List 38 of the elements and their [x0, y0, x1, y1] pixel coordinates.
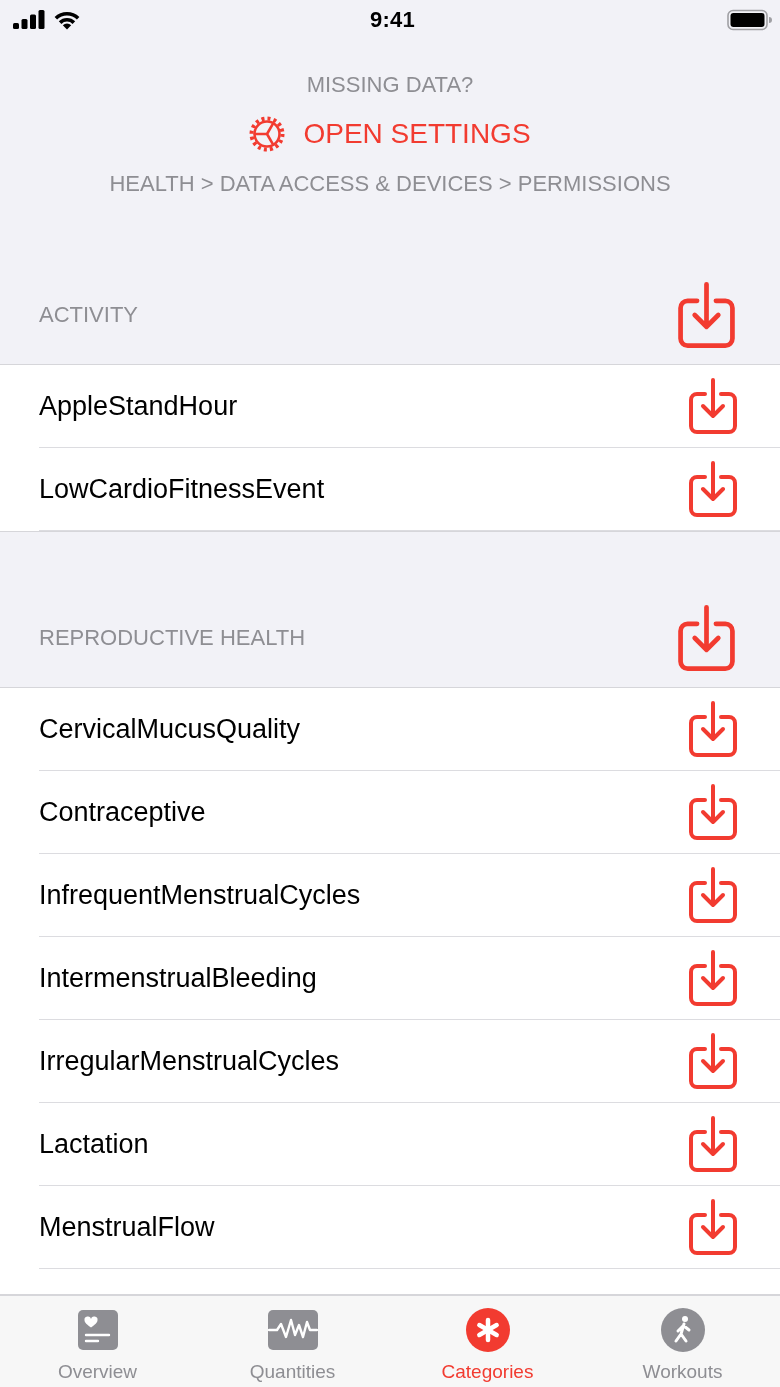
waveform-icon: [267, 1310, 318, 1350]
walking-figure-icon: [660, 1308, 705, 1352]
asterisk-icon: [465, 1308, 510, 1352]
tab[interactable]: Quantities: [195, 1296, 390, 1387]
tab[interactable]: Overview: [0, 1296, 195, 1387]
gear-icon: [249, 116, 286, 152]
section-title: ACTIVITY: [39, 302, 138, 328]
category-label: AppleStandHour: [39, 390, 238, 422]
category-label: IrregularMenstrualCycles: [39, 1045, 340, 1077]
download-icon[interactable]: [678, 282, 735, 348]
download-icon[interactable]: [689, 1116, 737, 1172]
download-icon[interactable]: [689, 1199, 737, 1255]
download-icon[interactable]: [689, 1033, 737, 1089]
open-settings-link[interactable]: OPEN SETTINGS: [249, 114, 531, 154]
download-icon[interactable]: [689, 461, 737, 517]
category-label: LowCardioFitnessEvent: [39, 473, 325, 505]
signal-icon: [13, 10, 45, 29]
category-label: Lactation: [39, 1128, 149, 1160]
tab[interactable]: Categories: [390, 1296, 585, 1387]
category-label: Contraceptive: [39, 796, 206, 828]
download-icon[interactable]: [689, 867, 737, 923]
missing-data-prompt: MISSING DATA?: [306, 72, 474, 98]
category-label: IntermenstrualBleeding: [39, 962, 317, 994]
status-time: 9:41: [369, 6, 416, 33]
tab[interactable]: Workouts: [585, 1296, 780, 1387]
section-title: REPRODUCTIVE HEALTH: [39, 625, 306, 651]
category-label: MenstrualFlow: [39, 1211, 215, 1243]
download-icon[interactable]: [689, 701, 737, 757]
category-label: CervicalMucusQuality: [39, 713, 301, 745]
download-icon[interactable]: [689, 378, 737, 434]
download-icon[interactable]: [689, 784, 737, 840]
download-icon[interactable]: [678, 605, 735, 671]
category-label: InfrequentMenstrualCycles: [39, 879, 361, 911]
download-icon[interactable]: [689, 950, 737, 1006]
battery-icon: [727, 8, 772, 31]
wifi-icon: [53, 9, 81, 30]
settings-path: HEALTH > DATA ACCESS & DEVICES > PERMISSIONS: [109, 171, 671, 197]
heart-card-icon: [77, 1310, 118, 1350]
